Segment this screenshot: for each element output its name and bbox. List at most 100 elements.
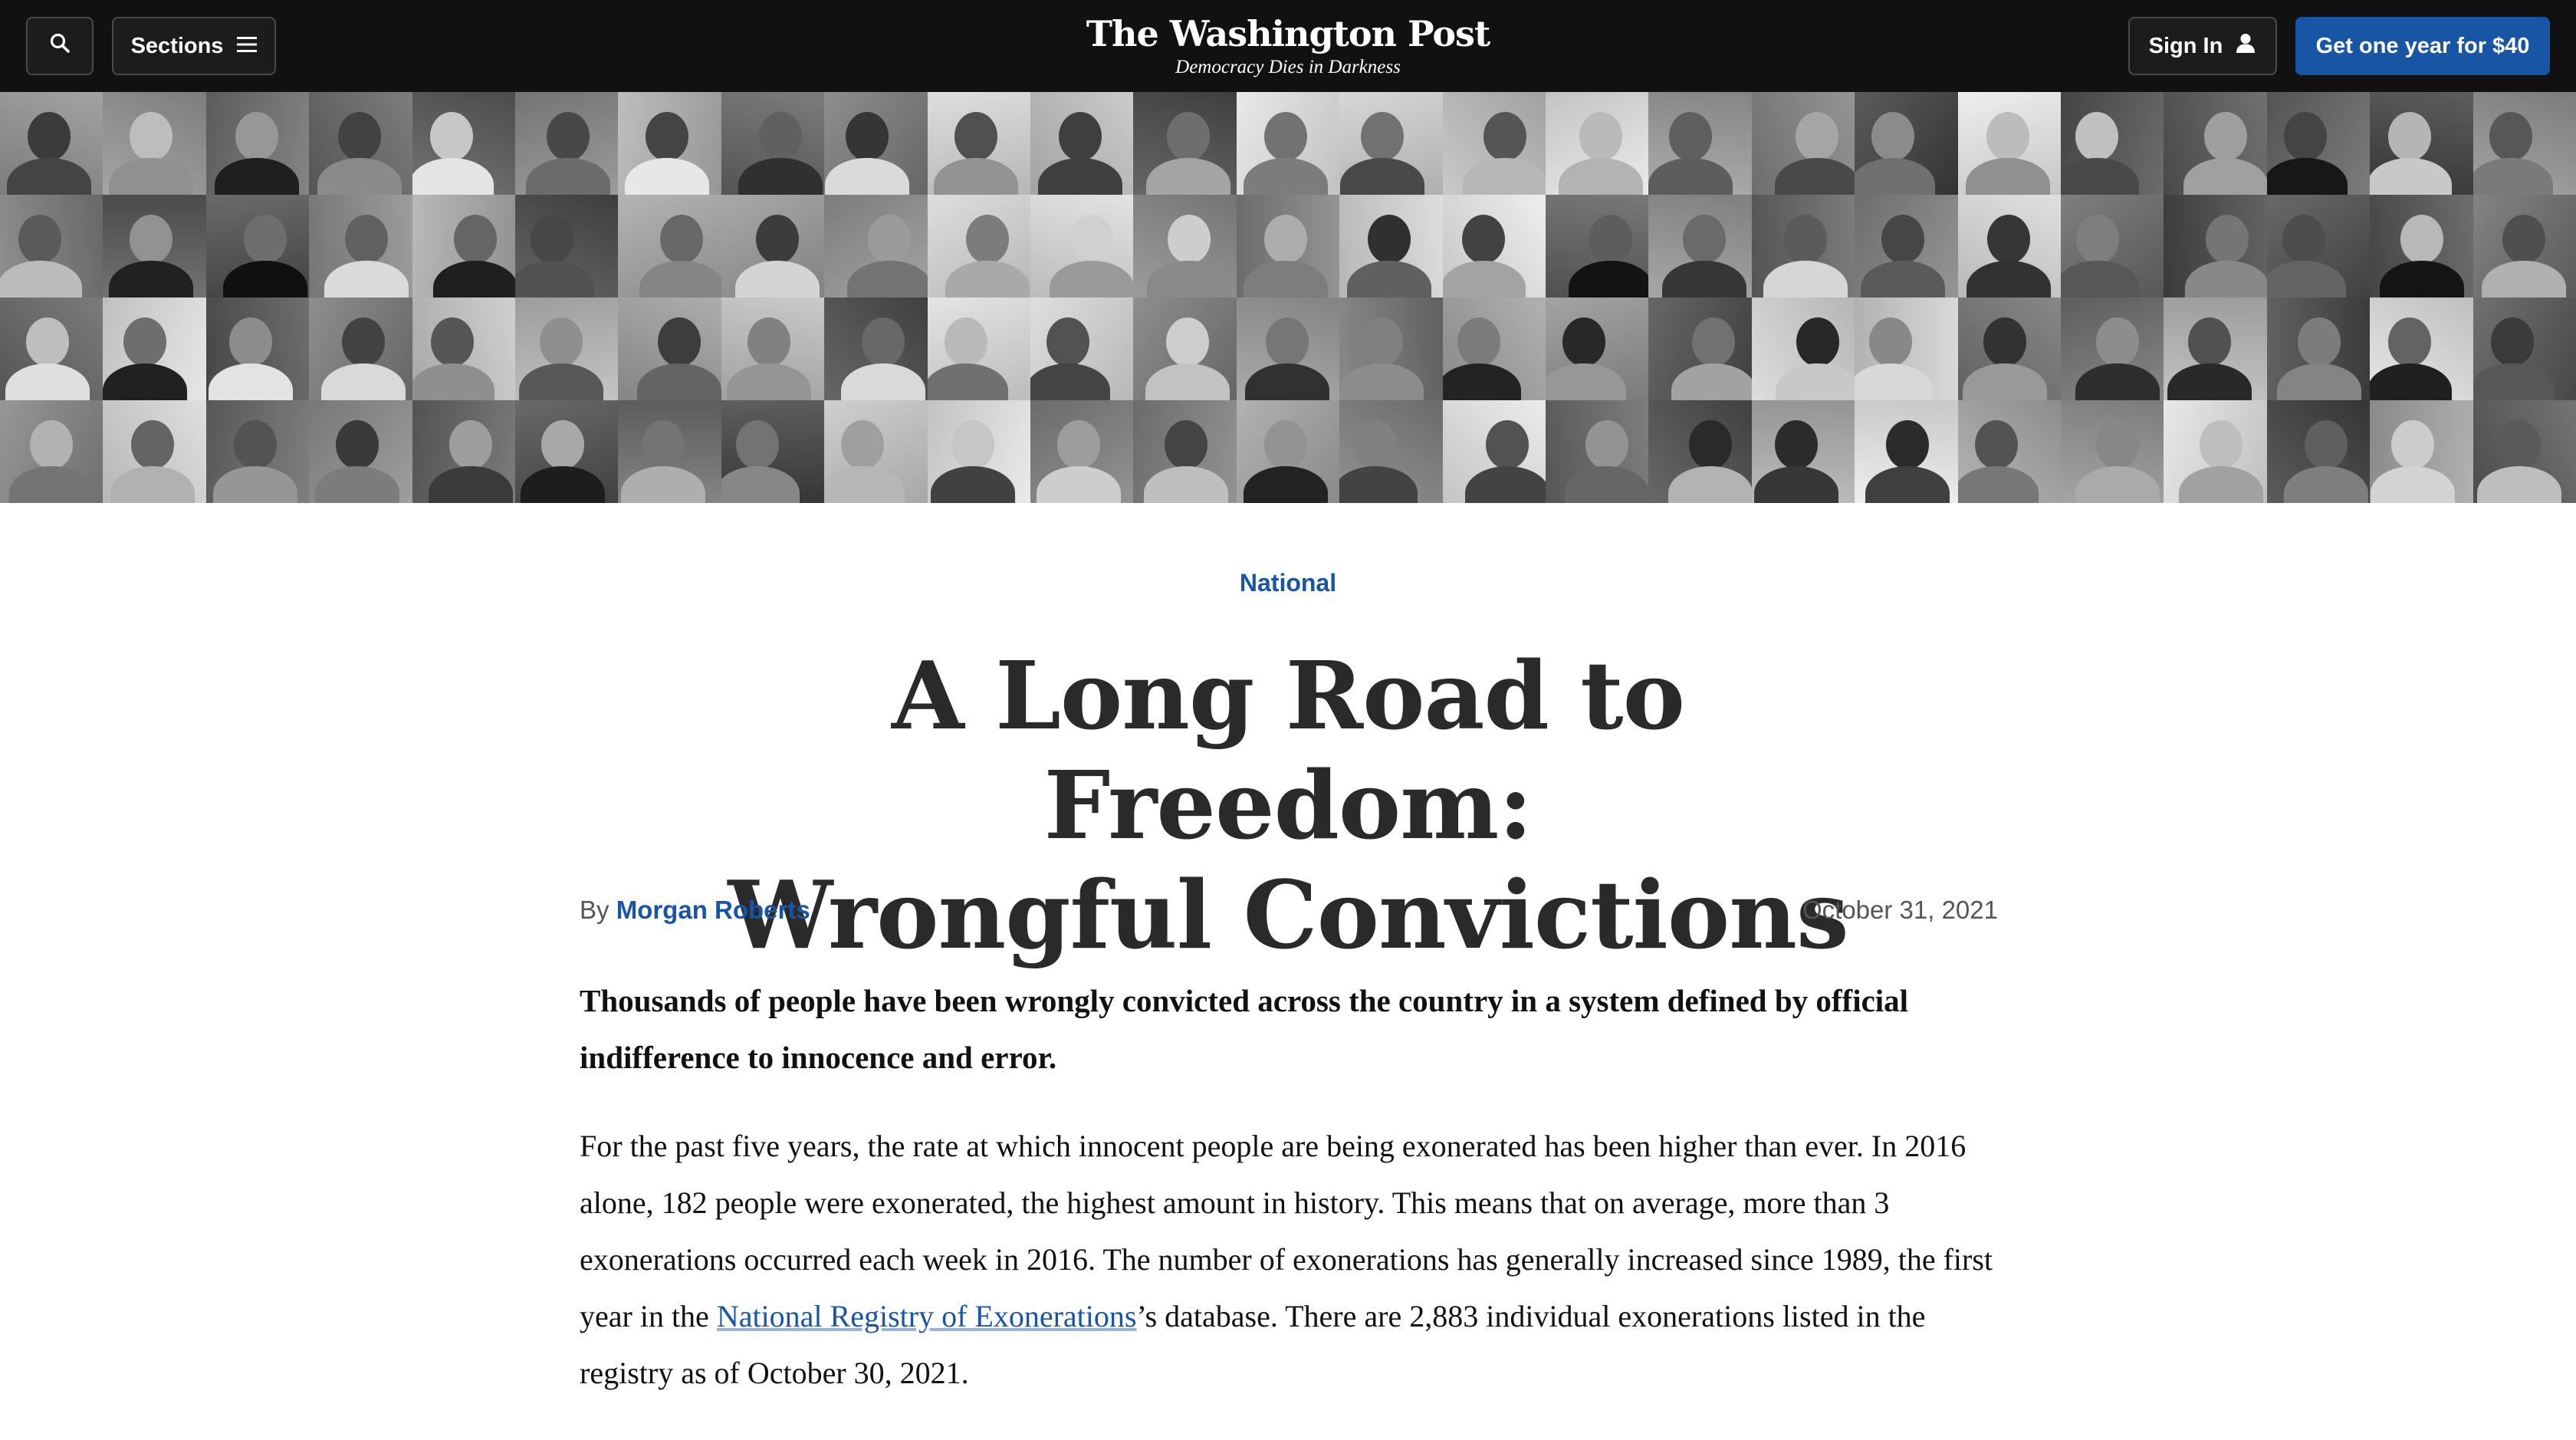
- sections-label: Sections: [130, 33, 224, 58]
- portrait-shoulders: [639, 261, 722, 298]
- portrait-shoulders: [208, 363, 293, 400]
- sections-menu-button[interactable]: Sections: [112, 17, 276, 75]
- portrait-tile: [2164, 92, 2268, 195]
- portrait-face: [449, 420, 492, 469]
- portrait-tile: [1442, 195, 1546, 298]
- portrait-tile: [205, 195, 310, 298]
- portrait-face: [2297, 317, 2341, 367]
- site-tagline: Democracy Dies in Darkness: [1175, 57, 1401, 77]
- portrait-shoulders: [103, 363, 188, 400]
- portrait-tile: [1855, 195, 1959, 298]
- portrait-shoulders: [2167, 363, 2252, 400]
- portrait-face: [2388, 317, 2432, 367]
- top-navigation-bar: Sections The Washington Post Democracy D…: [0, 0, 2576, 92]
- sign-in-button[interactable]: Sign In: [2128, 17, 2277, 75]
- portrait-tile: [1855, 92, 1959, 195]
- portrait-shoulders: [2370, 158, 2453, 195]
- portrait-tile: [309, 195, 413, 298]
- portrait-face: [1669, 112, 1713, 161]
- portrait-tile: [205, 298, 310, 400]
- portrait-tile: [515, 298, 619, 400]
- portrait-face: [658, 317, 702, 367]
- portrait-tile: [1957, 298, 2062, 400]
- portrait-face: [1046, 317, 1089, 367]
- portrait-face: [1886, 420, 1930, 469]
- article-dek: Thousands of people have been wrongly co…: [580, 983, 1909, 1075]
- author-link[interactable]: Morgan Roberts: [616, 896, 810, 924]
- portrait-shoulders: [2075, 363, 2160, 400]
- section-kicker-link[interactable]: National: [1135, 569, 1441, 597]
- portrait-shoulders: [621, 466, 706, 503]
- portrait-face: [2096, 420, 2139, 469]
- portrait-tile: [2472, 400, 2576, 503]
- portrait-face: [755, 215, 799, 264]
- portrait-tile: [205, 400, 310, 503]
- portrait-face: [1974, 420, 2018, 469]
- portrait-shoulders: [1662, 261, 1747, 298]
- portrait-shoulders: [2183, 158, 2268, 195]
- portrait-face: [336, 420, 380, 469]
- portrait-tile: [309, 92, 413, 195]
- search-button[interactable]: [26, 17, 94, 75]
- portrait-tile: [2370, 400, 2474, 503]
- portrait-face: [1165, 420, 1208, 469]
- portrait-face: [430, 317, 474, 367]
- portrait-face: [1483, 112, 1526, 161]
- portrait-shoulders: [1957, 466, 2039, 503]
- portrait-tile: [1030, 195, 1134, 298]
- portrait-shoulders: [432, 261, 516, 298]
- byline: By Morgan Roberts: [580, 896, 810, 925]
- portrait-face: [28, 112, 71, 161]
- portrait-tile: [927, 400, 1031, 503]
- portrait-tile: [1855, 400, 1959, 503]
- site-logo[interactable]: The Washington Post: [1058, 11, 1518, 57]
- portrait-face: [1263, 112, 1307, 161]
- portrait-tile: [0, 92, 104, 195]
- portrait-tile: [1133, 92, 1237, 195]
- portrait-face: [2497, 420, 2541, 469]
- portrait-shoulders: [1855, 158, 1936, 195]
- portrait-shoulders: [2179, 466, 2264, 503]
- portrait-shoulders: [1965, 158, 2050, 195]
- portrait-tile: [2061, 195, 2164, 298]
- portrait-tile: [1236, 400, 1340, 503]
- masthead-logo[interactable]: The Washington Post Democracy Dies in Da…: [1058, 11, 1518, 78]
- subscribe-button[interactable]: Get one year for $40: [2295, 17, 2550, 75]
- portrait-tile: [1339, 195, 1444, 298]
- user-icon: [2235, 32, 2256, 60]
- portrait-tile: [2472, 195, 2576, 298]
- portrait-shoulders: [519, 363, 603, 400]
- portrait-tile: [1751, 195, 1855, 298]
- portrait-face: [965, 215, 1009, 264]
- portrait-tile: [2266, 400, 2371, 503]
- portrait-shoulders: [2380, 261, 2465, 298]
- portrait-face: [123, 317, 167, 367]
- portrait-tile: [0, 195, 104, 298]
- portrait-shoulders: [324, 261, 409, 298]
- sign-in-label: Sign In: [2148, 33, 2223, 58]
- portrait-face: [1986, 215, 2030, 264]
- article-headline: A Long Road to Freedom: Wrongful Convict…: [675, 641, 1901, 970]
- portrait-tile: [1030, 400, 1134, 503]
- portrait-face: [1585, 420, 1628, 469]
- portrait-shoulders: [222, 261, 307, 298]
- hamburger-menu-icon: [237, 34, 258, 59]
- portrait-shoulders: [824, 466, 905, 503]
- portrait-face: [2490, 317, 2534, 367]
- portrait-shoulders: [1339, 363, 1424, 400]
- portrait-tile: [2164, 400, 2268, 503]
- portrait-shoulders: [1145, 363, 1230, 400]
- portrait-face: [429, 112, 473, 161]
- portrait-shoulders: [1763, 261, 1848, 298]
- portrait-tile: [515, 400, 619, 503]
- portrait-shoulders: [1144, 466, 1229, 503]
- portrait-shoulders: [927, 363, 1008, 400]
- portrait-shoulders: [2371, 466, 2456, 503]
- national-registry-link[interactable]: National Registry of Exonerations: [717, 1299, 1137, 1333]
- portrait-shoulders: [1038, 158, 1122, 195]
- portrait-tile: [1236, 195, 1340, 298]
- portrait-tile: [1648, 195, 1753, 298]
- portrait-shoulders: [1774, 158, 1855, 195]
- portrait-face: [541, 420, 584, 469]
- portrait-shoulders: [2276, 363, 2361, 400]
